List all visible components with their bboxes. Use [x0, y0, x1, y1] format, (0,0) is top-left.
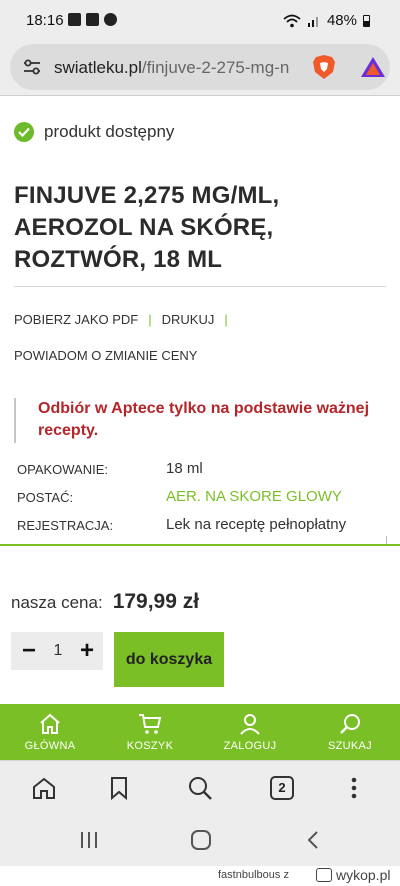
home-icon[interactable]: [31, 775, 57, 801]
battery-percent: 48%: [326, 12, 357, 29]
spec-row: REJESTRACJA: Lek na receptę pełnopłatny: [17, 516, 387, 544]
product-specs: OPAKOWANIE: 18 ml POSTAĆ: AER. NA SKORE …: [17, 460, 387, 544]
availability-status: produkt dostępny: [14, 122, 174, 142]
title-divider: [14, 286, 386, 287]
spec-row: OPAKOWANIE: 18 ml: [17, 460, 387, 488]
search-icon[interactable]: [187, 775, 213, 801]
download-pdf-link[interactable]: POBIERZ JAKO PDF: [14, 312, 138, 328]
cart-icon: [139, 714, 162, 734]
checkbox-icon: [86, 13, 99, 26]
system-navigation: [0, 816, 400, 866]
spec-value: 18 ml: [166, 460, 203, 477]
prescription-notice: Odbiór w Aptece tylko na podstawie ważne…: [14, 398, 386, 443]
user-icon: [240, 714, 260, 735]
price-row: nasza cena: 179,99 zł: [11, 590, 199, 614]
notice-line: Odbiór w Aptece tylko na podstawie ważne…: [38, 400, 370, 417]
increase-quantity-button[interactable]: +: [77, 639, 97, 663]
url-path: /finjuve-2-275-mg-n: [141, 58, 290, 77]
spec-label: OPAKOWANIE:: [17, 462, 109, 477]
spec-label: POSTAĆ:: [17, 490, 74, 505]
title-line: AEROZOL NA SKÓRĘ,: [14, 214, 274, 241]
url-host: swiatleku.pl: [54, 58, 142, 77]
nav-item-login[interactable]: ZALOGUJ: [200, 704, 300, 760]
system-indicators: 48%: [283, 12, 370, 29]
product-title: FINJUVE 2,275 MG/ML, AEROZOL NA SKÓRĘ, R…: [14, 180, 390, 276]
address-bar[interactable]: swiatleku.pl/finjuve-2-275-mg-n: [10, 44, 390, 90]
browser-toolbar: 2: [0, 760, 400, 816]
separator: |: [224, 312, 228, 327]
price-label: nasza cena:: [11, 593, 103, 612]
site-settings-icon[interactable]: [22, 57, 42, 77]
recent-apps-icon[interactable]: [78, 830, 100, 850]
check-circle-icon: [14, 122, 34, 142]
battery-icon: [363, 14, 370, 27]
watermark-brand: wykop.pl: [336, 867, 391, 883]
product-actions: POBIERZ JAKO PDF | DRUKUJ | POWIADOM O Z…: [14, 312, 238, 384]
quantity-value[interactable]: 1: [54, 642, 63, 660]
price-alert-link[interactable]: POWIADOM O ZMIANIE CENY: [14, 348, 197, 364]
nav-label: GŁÓWNA: [24, 740, 76, 752]
quantity-stepper: − 1 +: [11, 632, 103, 670]
add-to-cart-button[interactable]: do koszyka: [114, 632, 224, 687]
availability-label: produkt dostępny: [44, 122, 175, 141]
home-icon: [40, 713, 60, 734]
brave-shield-icon[interactable]: [312, 54, 336, 80]
wifi-icon: [283, 14, 301, 27]
wykop-logo-icon: [316, 868, 332, 882]
nav-label: SZUKAJ: [328, 740, 372, 752]
spec-label: REJESTRACJA:: [17, 518, 114, 533]
nav-item-cart[interactable]: KOSZYK: [100, 704, 200, 760]
spec-value: Lek na receptę pełnopłatny: [166, 516, 347, 533]
back-icon[interactable]: [305, 830, 321, 850]
print-link[interactable]: DRUKUJ: [162, 312, 215, 328]
nav-label: KOSZYK: [126, 740, 174, 752]
signal-icon: [307, 17, 318, 27]
watermark: fastnbulbous z wykop.pl: [0, 866, 400, 886]
nav-item-home[interactable]: GŁÓWNA: [0, 704, 100, 760]
menu-icon[interactable]: [341, 775, 367, 801]
home-button-icon[interactable]: [190, 830, 212, 850]
separator: |: [148, 312, 152, 327]
site-bottom-nav: GŁÓWNA KOSZYK ZALOGUJ SZUKAJ: [0, 704, 400, 760]
nav-item-search[interactable]: SZUKAJ: [300, 704, 400, 760]
search-icon: [340, 714, 360, 734]
title-line: FINJUVE 2,275 MG/ML,: [14, 182, 280, 209]
status-bar: 18:16 48%: [0, 0, 400, 40]
decrease-quantity-button[interactable]: −: [19, 639, 39, 663]
bookmark-icon[interactable]: [106, 775, 132, 801]
notice-line: recepty.: [38, 422, 99, 439]
section-divider: [0, 544, 400, 546]
browser-address-area: swiatleku.pl/finjuve-2-275-mg-n: [0, 40, 400, 96]
spec-value-link[interactable]: AER. NA SKORE GLOWY: [166, 488, 342, 505]
nav-label: ZALOGUJ: [223, 740, 277, 752]
brave-rewards-icon[interactable]: [360, 56, 386, 78]
title-line: ROZTWÓR, 18 ML: [14, 246, 223, 273]
image-icon: [68, 13, 81, 26]
notification-icons: [68, 13, 117, 26]
watermark-logo: wykop.pl: [316, 867, 390, 883]
tabs-icon[interactable]: 2: [270, 776, 294, 800]
watermark-user: fastnbulbous z: [218, 869, 289, 881]
price-value: 179,99 zł: [112, 590, 200, 613]
url-text[interactable]: swiatleku.pl/finjuve-2-275-mg-n: [54, 58, 316, 78]
messenger-icon: [104, 13, 117, 26]
status-time: 18:16: [26, 12, 64, 29]
spec-row: POSTAĆ: AER. NA SKORE GLOWY: [17, 488, 387, 516]
